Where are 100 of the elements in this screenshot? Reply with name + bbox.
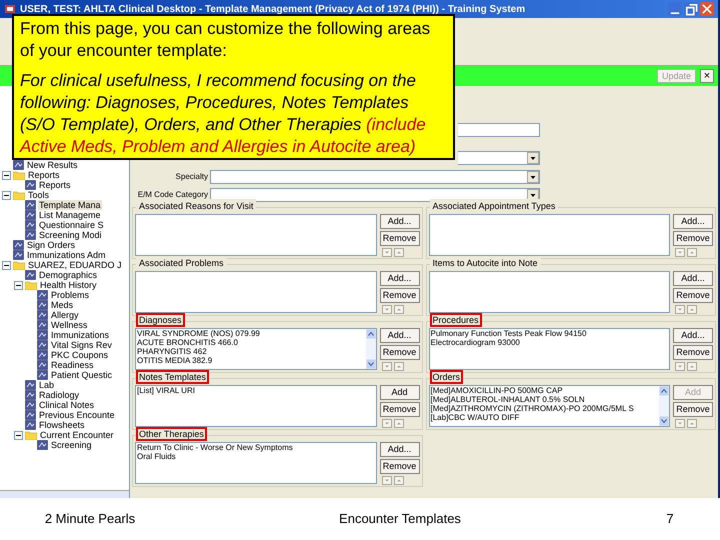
restore-button[interactable]: [684, 2, 698, 16]
tree-item[interactable]: Lab: [38, 380, 56, 390]
remove-button[interactable]: Remove: [380, 459, 420, 474]
scroll-up-arrow-icon[interactable]: [659, 386, 669, 396]
tree-item[interactable]: Problems: [50, 290, 90, 300]
remove-button[interactable]: Remove: [380, 402, 420, 417]
tree-item[interactable]: New Results: [26, 160, 79, 170]
list-item[interactable]: ACUTE BRONCHITIS 466.0: [137, 338, 366, 347]
remove-button[interactable]: Remove: [380, 288, 420, 303]
scroll-down-arrow-icon[interactable]: [659, 416, 669, 426]
tree-item[interactable]: Immunizations Adm: [26, 250, 107, 260]
tree-item[interactable]: Vital Signs Rev: [50, 340, 113, 350]
tree-item[interactable]: Reports: [27, 170, 61, 180]
add-button[interactable]: Add...: [673, 328, 713, 343]
remove-button[interactable]: Remove: [380, 231, 420, 246]
add-button[interactable]: Add...: [673, 214, 713, 229]
tree-item[interactable]: Reports: [38, 180, 72, 190]
tree-item[interactable]: Questionnaire S: [38, 220, 105, 230]
move-down-button[interactable]: [382, 305, 392, 314]
tree-item[interactable]: Allergy: [50, 310, 80, 320]
move-up-button[interactable]: [687, 419, 697, 428]
add-button[interactable]: Add: [380, 385, 420, 400]
move-down-button[interactable]: [675, 419, 685, 428]
move-up-button[interactable]: [394, 419, 404, 428]
remove-button[interactable]: Remove: [673, 402, 713, 417]
add-button[interactable]: Add...: [673, 271, 713, 286]
list-item[interactable]: [Med]AZITHROMYCIN (ZITHROMAX)-PO 200MG/5ML S: [430, 404, 659, 413]
scroll-down-arrow-icon[interactable]: [366, 359, 376, 369]
move-down-button[interactable]: [675, 305, 685, 314]
move-down-button[interactable]: [382, 476, 392, 485]
move-down-button[interactable]: [675, 248, 685, 257]
list-box[interactable]: [135, 271, 376, 313]
tree-item[interactable]: Clinical Notes: [38, 400, 96, 410]
list-box[interactable]: VIRAL SYNDROME (NOS) 079.99 ACUTE BRONCHITIS 466.0 PHARYNGITIS 462 OTITIS MEDIA 382.9: [135, 328, 376, 370]
collapse-toggle-icon[interactable]: [14, 280, 23, 290]
dropdown-field[interactable]: [210, 188, 540, 202]
list-box[interactable]: Return To Clinic - Worse Or New Symptoms Oral Fluids: [135, 442, 376, 484]
dropdown-field[interactable]: [210, 170, 540, 184]
list-box[interactable]: Pulmonary Function Tests Peak Flow 94150 Electrocardiogram 93000: [428, 328, 670, 370]
input-field[interactable]: [458, 123, 540, 137]
tree-item[interactable]: Health History: [39, 280, 98, 290]
dropdown-field[interactable]: [458, 151, 540, 165]
add-button[interactable]: Add...: [380, 214, 420, 229]
list-box[interactable]: [428, 271, 670, 313]
list-item[interactable]: Electrocardiogram 93000: [430, 338, 669, 347]
tree-item[interactable]: Demographics: [38, 270, 98, 280]
list-item[interactable]: [List] VIRAL URI: [137, 386, 376, 395]
close-button[interactable]: ×: [700, 69, 714, 83]
tree-item[interactable]: Tools: [27, 190, 50, 200]
list-item[interactable]: Return To Clinic - Worse Or New Symptoms: [137, 443, 376, 452]
tree-item[interactable]: List Manageme: [38, 210, 102, 220]
tree-item[interactable]: Wellness: [50, 320, 88, 330]
add-button[interactable]: Add...: [380, 271, 420, 286]
close-button[interactable]: [700, 2, 714, 16]
list-item[interactable]: [Med]AMOXICILLIN-PO 500MG CAP: [430, 386, 659, 395]
collapse-toggle-icon[interactable]: [2, 190, 11, 200]
vertical-scrollbar[interactable]: [366, 329, 376, 369]
tree-item[interactable]: Screening Modi: [38, 230, 103, 240]
move-down-button[interactable]: [382, 248, 392, 257]
list-item[interactable]: [Lab]CBC W/AUTO DIFF: [430, 413, 659, 422]
remove-button[interactable]: Remove: [673, 288, 713, 303]
move-up-button[interactable]: [394, 248, 404, 257]
add-button[interactable]: Add...: [380, 328, 420, 343]
collapse-toggle-icon[interactable]: [14, 430, 23, 440]
move-down-button[interactable]: [675, 362, 685, 371]
move-down-button[interactable]: [382, 419, 392, 428]
tree-item[interactable]: Sign Orders: [26, 240, 76, 250]
list-item[interactable]: Pulmonary Function Tests Peak Flow 94150: [430, 329, 669, 338]
list-box[interactable]: [Med]AMOXICILLIN-PO 500MG CAP [Med]ALBUTEROL-INHALANT 0.5% SOLN [Med]AZITHROMYCIN (ZITHROMAX)-PO 200MG/5ML S [Lab]CBC W/AUTO DIFF: [428, 385, 670, 427]
vertical-scrollbar[interactable]: [659, 386, 669, 426]
tree-item[interactable]: Current Encounter: [39, 430, 115, 440]
list-box[interactable]: [List] VIRAL URI: [135, 385, 376, 427]
tree-item[interactable]: Patient Questic: [50, 370, 114, 380]
scroll-up-arrow-icon[interactable]: [366, 329, 376, 339]
list-item[interactable]: PHARYNGITIS 462: [137, 347, 366, 356]
list-item[interactable]: [Med]ALBUTEROL-INHALANT 0.5% SOLN: [430, 395, 659, 404]
tree-item[interactable]: Meds: [50, 300, 74, 310]
tree-item[interactable]: SUAREZ, EDUARDO J: [27, 260, 123, 270]
move-up-button[interactable]: [687, 248, 697, 257]
remove-button[interactable]: Remove: [380, 345, 420, 360]
move-up-button[interactable]: [687, 305, 697, 314]
tree-item[interactable]: Readiness: [50, 360, 95, 370]
move-up-button[interactable]: [394, 305, 404, 314]
list-item[interactable]: OTITIS MEDIA 382.9: [137, 356, 366, 365]
list-box[interactable]: [428, 214, 670, 256]
tree-item[interactable]: Previous Encounte: [38, 410, 116, 420]
list-item[interactable]: Oral Fluids: [137, 452, 376, 461]
tree-item[interactable]: Screening: [50, 440, 93, 450]
move-up-button[interactable]: [687, 362, 697, 371]
move-down-button[interactable]: [382, 362, 392, 371]
collapse-toggle-icon[interactable]: [2, 170, 11, 180]
horizontal-scrollbar[interactable]: [0, 490, 129, 498]
list-item[interactable]: VIRAL SYNDROME (NOS) 079.99: [137, 329, 366, 338]
tree-item[interactable]: Template Mana: [38, 200, 102, 210]
collapse-toggle-icon[interactable]: [2, 260, 11, 270]
remove-button[interactable]: Remove: [673, 231, 713, 246]
minimize-button[interactable]: [668, 2, 682, 16]
tree-item[interactable]: PKC Coupons: [50, 350, 110, 360]
move-up-button[interactable]: [394, 362, 404, 371]
tree-item[interactable]: Radiology: [38, 390, 80, 400]
